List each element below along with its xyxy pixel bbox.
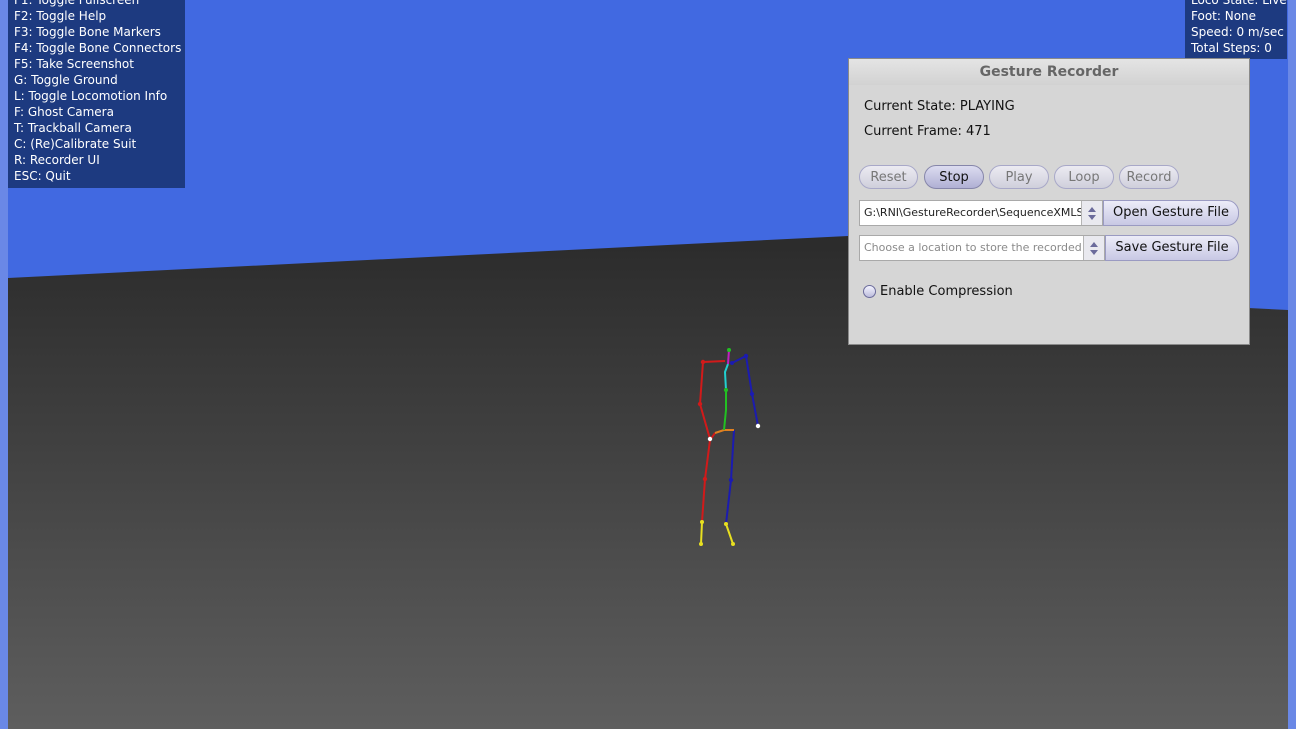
joint-marker: [724, 388, 728, 392]
record-button[interactable]: Record: [1119, 165, 1179, 189]
help-line-quit: ESC: Quit: [14, 169, 71, 183]
open-gesture-file-button[interactable]: Open Gesture File: [1103, 200, 1239, 226]
joint-marker: [730, 361, 734, 365]
current-frame-label: Current Frame: 471: [864, 124, 991, 139]
recorder-title[interactable]: Gesture Recorder: [849, 59, 1249, 85]
loop-button[interactable]: Loop: [1054, 165, 1114, 189]
bone-head: [727, 349, 730, 365]
joint-marker: [743, 353, 749, 359]
joint-marker: [724, 522, 728, 526]
locomotion-info-overlay: Loco State: Live Foot: None Speed: 0 m/s…: [1185, 0, 1287, 59]
help-line-screenshot: F5: Take Screenshot: [14, 57, 134, 71]
loco-total-steps: Total Steps: 0: [1191, 41, 1272, 55]
joint-marker: [755, 423, 761, 429]
joint-marker: [728, 477, 734, 483]
window-left-edge: [0, 0, 8, 729]
help-line-bone-markers: F3: Toggle Bone Markers: [14, 25, 161, 39]
loco-foot: Foot: None: [1191, 9, 1257, 23]
help-line-recorder-ui: R: Recorder UI: [14, 153, 100, 167]
joint-marker: [727, 348, 731, 352]
open-path-combo[interactable]: G:\RNI\GestureRecorder\SequenceXMLS\V5\.…: [859, 200, 1103, 226]
save-path-spinner-icon[interactable]: [1083, 236, 1104, 260]
gesture-recorder-window: Gesture Recorder Current State: PLAYING …: [848, 58, 1250, 345]
help-line-ground: G: Toggle Ground: [14, 73, 118, 87]
current-state-label: Current State: PLAYING: [864, 99, 1015, 114]
play-button[interactable]: Play: [989, 165, 1049, 189]
compression-label: Enable Compression: [880, 284, 1013, 299]
help-line-ghost-camera: F: Ghost Camera: [14, 105, 114, 119]
help-line-toggle-help: F2: Toggle Help: [14, 9, 107, 23]
stop-button[interactable]: Stop: [924, 165, 984, 189]
bone-left-foot: [700, 521, 703, 545]
save-path-combo[interactable]: Choose a location to store the recorded …: [859, 235, 1105, 261]
help-line-locomotion-info: L: Toggle Locomotion Info: [14, 89, 168, 103]
joint-marker: [731, 542, 735, 546]
help-overlay: F1: Toggle Fullscreen F2: Toggle Help F3…: [8, 0, 185, 188]
open-path-value: G:\RNI\GestureRecorder\SequenceXMLS\V5\.…: [864, 206, 1103, 219]
joint-marker: [699, 542, 703, 546]
loco-state: Loco State: Live: [1191, 0, 1287, 7]
help-line-calibrate: C: (Re)Calibrate Suit: [14, 137, 137, 151]
save-path-placeholder: Choose a location to store the recorded …: [864, 241, 1105, 254]
joint-marker: [700, 520, 704, 524]
compression-radio-icon[interactable]: [863, 285, 876, 298]
joint-marker: [702, 476, 708, 482]
help-line-trackball-camera: T: Trackball Camera: [14, 121, 132, 135]
help-line-fullscreen: F1: Toggle Fullscreen: [14, 0, 140, 7]
help-line-bone-connectors: F4: Toggle Bone Connectors: [14, 41, 182, 55]
joint-marker: [697, 401, 703, 407]
joint-marker: [749, 391, 755, 397]
joint-marker: [707, 436, 713, 442]
loco-speed: Speed: 0 m/sec: [1191, 25, 1284, 39]
open-path-spinner-icon[interactable]: [1081, 201, 1102, 225]
reset-button[interactable]: Reset: [859, 165, 918, 189]
window-right-edge: [1288, 0, 1296, 729]
joint-marker: [700, 359, 706, 365]
save-gesture-file-button[interactable]: Save Gesture File: [1105, 235, 1239, 261]
